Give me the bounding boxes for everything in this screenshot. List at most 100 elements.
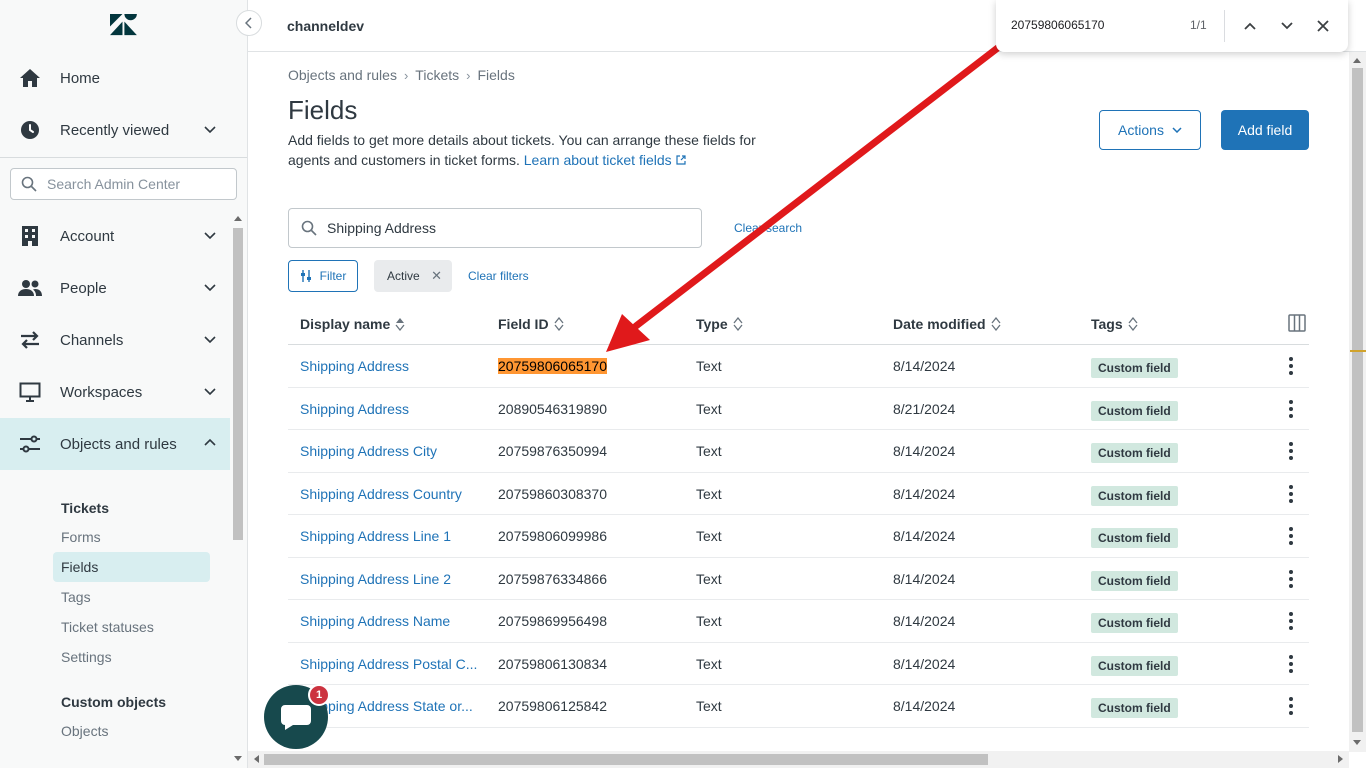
field-name-link[interactable]: Shipping Address Postal C... bbox=[300, 656, 477, 672]
learn-about-fields-link[interactable]: Learn about ticket fields bbox=[524, 152, 686, 168]
admin-search-field[interactable] bbox=[10, 168, 237, 200]
page-horizontal-scrollbar[interactable] bbox=[248, 751, 1349, 768]
clear-filters-link[interactable]: Clear filters bbox=[468, 269, 529, 283]
table-header: Display name Field ID Type Date modified… bbox=[288, 302, 1309, 345]
row-menu-icon[interactable] bbox=[1288, 569, 1294, 588]
table-row[interactable]: Shipping Address Line 1 20759806099986 Tex… bbox=[288, 515, 1309, 558]
table-row[interactable]: Shipping Address Country 20759860308370 Te… bbox=[288, 473, 1309, 515]
field-date-modified: 8/14/2024 bbox=[893, 358, 956, 374]
page-vertical-scrollbar[interactable] bbox=[1349, 52, 1366, 752]
scroll-down-icon[interactable] bbox=[1353, 740, 1361, 746]
close-icon bbox=[1317, 20, 1329, 32]
scroll-down-icon[interactable] bbox=[234, 756, 242, 762]
table-row[interactable]: Shipping Address 20890546319890 Text 8/21/2… bbox=[288, 388, 1309, 430]
table-row[interactable]: Shipping Address Name 20759869956498 Text 8… bbox=[288, 600, 1309, 643]
row-menu-icon[interactable] bbox=[1288, 357, 1294, 375]
actions-button[interactable]: Actions bbox=[1099, 110, 1201, 150]
find-count: 1/1 bbox=[1190, 18, 1207, 32]
table-row[interactable]: Shipping Address Line 2 20759876334866 Tex… bbox=[288, 558, 1309, 600]
column-date-modified[interactable]: Date modified bbox=[893, 316, 1001, 332]
building-icon bbox=[18, 224, 42, 248]
field-id: 20759806099986 bbox=[498, 528, 608, 544]
field-date-modified: 8/14/2024 bbox=[893, 570, 956, 587]
horizontal-scroll-thumb[interactable] bbox=[264, 754, 988, 765]
scroll-up-icon[interactable] bbox=[1353, 57, 1361, 63]
nav-workspaces[interactable]: Workspaces bbox=[0, 366, 230, 418]
row-menu-icon[interactable] bbox=[1288, 654, 1294, 673]
field-type: Text bbox=[696, 400, 722, 417]
table-row[interactable]: Shipping Address 20759806065170 Text 8/14/2… bbox=[288, 345, 1309, 388]
subnav-tags[interactable]: Tags bbox=[53, 582, 210, 612]
column-display-name[interactable]: Display name bbox=[300, 316, 405, 332]
row-menu-icon[interactable] bbox=[1288, 612, 1294, 630]
nav-label: Objects and rules bbox=[60, 435, 177, 453]
field-type: Text bbox=[696, 528, 722, 544]
sort-icon bbox=[554, 317, 564, 331]
nav-recently-viewed[interactable]: Recently viewed bbox=[0, 104, 230, 156]
table-row[interactable]: Shipping Address Postal C... 207598061308… bbox=[288, 643, 1309, 685]
table-row[interactable]: Shipping Address City 20759876350994 Text 8… bbox=[288, 430, 1309, 473]
sidebar-scroll-thumb[interactable] bbox=[233, 228, 243, 540]
row-menu-icon[interactable] bbox=[1288, 484, 1294, 503]
remove-chip-icon[interactable]: ✕ bbox=[431, 268, 442, 284]
find-query[interactable]: 20759806065170 bbox=[1011, 18, 1104, 32]
column-field-id[interactable]: Field ID bbox=[498, 316, 564, 332]
subnav-fields[interactable]: Fields bbox=[53, 552, 210, 582]
chat-launcher-button[interactable]: 1 bbox=[264, 684, 330, 749]
scroll-left-icon[interactable] bbox=[253, 755, 259, 763]
find-previous-button[interactable] bbox=[1240, 16, 1260, 36]
field-name-link[interactable]: Shipping Address Line 2 bbox=[300, 571, 451, 587]
status-badge: Custom field bbox=[1091, 613, 1178, 633]
breadcrumb-tickets[interactable]: Tickets bbox=[415, 67, 459, 83]
find-close-button[interactable] bbox=[1313, 16, 1333, 36]
subnav-objects[interactable]: Objects bbox=[53, 716, 210, 746]
field-name-link[interactable]: Shipping Address Country bbox=[300, 486, 462, 502]
zendesk-logo-icon[interactable] bbox=[110, 14, 138, 38]
column-picker-button[interactable] bbox=[1288, 314, 1306, 337]
scroll-up-icon[interactable] bbox=[234, 215, 242, 221]
breadcrumb-separator-icon: › bbox=[466, 67, 471, 83]
filter-button[interactable]: Filter bbox=[288, 260, 358, 292]
clock-icon bbox=[18, 118, 42, 142]
chevron-down-icon bbox=[1172, 127, 1182, 133]
nav-people[interactable]: People bbox=[0, 262, 230, 314]
field-id: 20759869956498 bbox=[498, 613, 608, 629]
row-menu-icon[interactable] bbox=[1288, 527, 1294, 545]
nav-label: Workspaces bbox=[60, 383, 143, 401]
subnav-forms[interactable]: Forms bbox=[53, 522, 210, 552]
column-type[interactable]: Type bbox=[696, 316, 743, 332]
subnav-settings[interactable]: Settings bbox=[53, 642, 210, 672]
collapse-sidebar-button[interactable] bbox=[236, 10, 262, 36]
arrows-icon bbox=[18, 328, 42, 352]
table-row[interactable]: Shipping Address State or... 207598061258… bbox=[288, 685, 1309, 728]
subnav-ticket-statuses[interactable]: Ticket statuses bbox=[53, 612, 210, 642]
column-tags[interactable]: Tags bbox=[1091, 316, 1138, 332]
status-badge: Custom field bbox=[1091, 698, 1178, 718]
vertical-scroll-thumb[interactable] bbox=[1352, 68, 1363, 732]
nav-channels[interactable]: Channels bbox=[0, 314, 230, 366]
fields-search-field[interactable] bbox=[288, 208, 702, 248]
row-menu-icon[interactable] bbox=[1288, 442, 1294, 460]
breadcrumb-objects-and-rules[interactable]: Objects and rules bbox=[288, 67, 397, 83]
add-field-button[interactable]: Add field bbox=[1221, 110, 1309, 150]
find-next-button[interactable] bbox=[1277, 16, 1297, 36]
fields-search-input[interactable] bbox=[327, 220, 687, 236]
nav-home[interactable]: Home bbox=[0, 52, 230, 104]
admin-search-input[interactable] bbox=[47, 176, 227, 192]
row-menu-icon[interactable] bbox=[1288, 697, 1294, 715]
status-badge: Custom field bbox=[1091, 400, 1178, 421]
field-date-modified: 8/14/2024 bbox=[893, 485, 956, 502]
sidebar-scrollbar[interactable] bbox=[231, 212, 245, 768]
field-name-link[interactable]: Shipping Address bbox=[300, 358, 409, 374]
field-name-link[interactable]: Shipping Address bbox=[300, 401, 409, 417]
table-body: Shipping Address 20759806065170 Text 8/14/2… bbox=[288, 345, 1309, 728]
nav-objects-and-rules[interactable]: Objects and rules bbox=[0, 418, 230, 470]
clear-search-link[interactable]: Clear search bbox=[734, 221, 802, 235]
field-name-link[interactable]: Shipping Address Line 1 bbox=[300, 528, 451, 544]
row-menu-icon[interactable] bbox=[1288, 399, 1294, 418]
field-name-link[interactable]: Shipping Address Name bbox=[300, 613, 450, 629]
field-name-link[interactable]: Shipping Address City bbox=[300, 443, 437, 459]
nav-account[interactable]: Account bbox=[0, 210, 230, 262]
chat-icon bbox=[281, 705, 311, 730]
scroll-right-icon[interactable] bbox=[1338, 755, 1344, 763]
